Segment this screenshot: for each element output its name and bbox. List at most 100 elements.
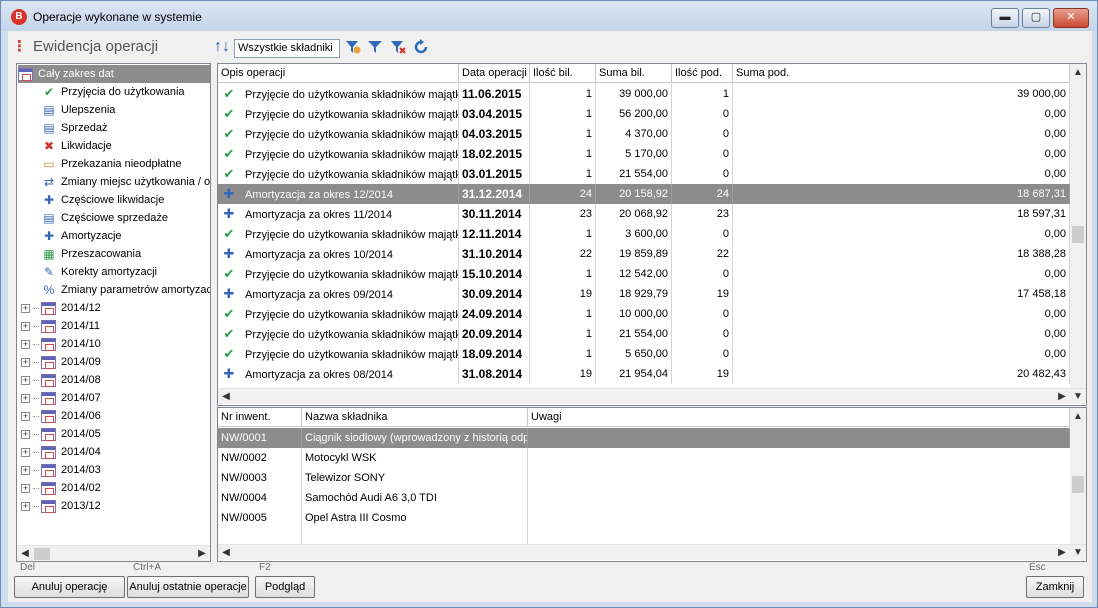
scroll-right-icon[interactable]: ▶	[1054, 389, 1070, 405]
tree-item-period[interactable]: +2014/03	[21, 461, 210, 479]
table-row[interactable]: ✔ Przyjęcie do użytkowania składników maj…	[218, 124, 1070, 144]
preview-button[interactable]: Podgląd	[255, 576, 315, 598]
tree-root-all-dates[interactable]: Cały zakres dat	[18, 65, 210, 83]
table-row[interactable]: ✔ Przyjęcie do użytkowania składników maj…	[218, 144, 1070, 164]
close-window-button[interactable]: ✕	[1053, 8, 1089, 28]
scroll-left-icon[interactable]: ◀	[218, 545, 234, 561]
expand-icon[interactable]: +	[21, 339, 30, 349]
sort-icon[interactable]: ↑↓	[214, 38, 230, 56]
expand-icon[interactable]: +	[21, 429, 30, 439]
tree-item-operation[interactable]: ✔ Przyjęcia do użytkowania	[41, 83, 210, 101]
tree-item-period[interactable]: +2014/08	[21, 371, 210, 389]
refresh-icon[interactable]	[412, 39, 430, 57]
scroll-left-icon[interactable]: ◀	[218, 389, 234, 405]
column-header[interactable]: Opis operacji	[218, 64, 459, 83]
table-row[interactable]: ✔ Przyjęcie do użytkowania składników maj…	[218, 324, 1070, 344]
tree-item-period[interactable]: +2014/11	[21, 317, 210, 335]
filter-icon[interactable]	[366, 39, 384, 57]
tree-item-period[interactable]: +2013/12	[21, 497, 210, 515]
expand-icon[interactable]: +	[21, 501, 30, 511]
scroll-thumb[interactable]	[1072, 226, 1084, 243]
close-button[interactable]: Zamknij	[1026, 576, 1084, 598]
table-row[interactable]: NW/0003 Telewizor SONY	[218, 468, 1070, 488]
table-row[interactable]: NW/0004 Samochód Audi A6 3,0 TDI	[218, 488, 1070, 508]
title-bar[interactable]: B Operacje wykonane w systemie ▬ ▢ ✕	[1, 1, 1097, 31]
column-header[interactable]: Ilość bil.	[530, 64, 596, 83]
scroll-right-icon[interactable]: ▶	[1054, 545, 1070, 561]
column-header[interactable]: Suma bil.	[596, 64, 672, 83]
table-row[interactable]: ✔ Przyjęcie do użytkowania składników maj…	[218, 104, 1070, 124]
tree-item-operation[interactable]: ▤ Częściowe sprzedaże	[41, 209, 210, 227]
column-header[interactable]: Data operacji	[459, 64, 530, 83]
tree-item-operation[interactable]: ✚ Amortyzacje	[41, 227, 210, 245]
table-row[interactable]: ✔ Przyjęcie do użytkowania składników maj…	[218, 84, 1070, 104]
operations-horizontal-scrollbar[interactable]: ◀ ▶ ▼	[218, 388, 1086, 404]
column-header[interactable]: Suma pod.	[733, 64, 1070, 83]
scroll-thumb[interactable]	[1072, 476, 1084, 493]
table-row[interactable]: ✔ Przyjęcie do użytkowania składników maj…	[218, 224, 1070, 244]
operations-grid-header: Opis operacji Data operacji Ilość bil. Suma…	[218, 64, 1070, 83]
table-row[interactable]: ✚ Amortyzacja za okres 09/2014 30.09.2014 1…	[218, 284, 1070, 304]
table-row[interactable]: ✔ Przyjęcie do użytkowania składników maj…	[218, 304, 1070, 324]
scroll-right-icon[interactable]: ▶	[194, 546, 210, 561]
tree-item-period[interactable]: +2014/06	[21, 407, 210, 425]
maximize-button[interactable]: ▢	[1022, 8, 1050, 28]
expand-icon[interactable]: +	[21, 465, 30, 475]
tree-item-period[interactable]: +2014/12	[21, 299, 210, 317]
column-header[interactable]: Nazwa składnika	[302, 408, 528, 427]
expand-icon[interactable]: +	[21, 321, 30, 331]
tree-horizontal-scrollbar[interactable]: ◀ ▶	[17, 545, 210, 561]
operations-vertical-scrollbar[interactable]: ▲	[1070, 64, 1086, 388]
scroll-thumb[interactable]	[34, 548, 50, 560]
cancel-operation-button[interactable]: Anuluj operację	[14, 576, 125, 598]
assets-horizontal-scrollbar[interactable]: ◀ ▶ ▼	[218, 544, 1086, 560]
table-row[interactable]: ✔ Przyjęcie do użytkowania składników maj…	[218, 264, 1070, 284]
table-row[interactable]: NW/0001 Ciągnik siodłowy (wprowadzony z h…	[218, 428, 1070, 448]
tree-item-period[interactable]: +2014/02	[21, 479, 210, 497]
tree-item-period[interactable]: +2014/10	[21, 335, 210, 353]
asset-filter-select[interactable]: Wszystkie składniki	[234, 39, 340, 58]
table-row[interactable]: NW/0002 Motocykl WSK	[218, 448, 1070, 468]
table-row[interactable]: NW/0005 Opel Astra III Cosmo	[218, 508, 1070, 528]
expand-icon[interactable]: +	[21, 357, 30, 367]
scroll-left-icon[interactable]: ◀	[17, 546, 33, 561]
scroll-up-icon[interactable]: ▲	[1070, 65, 1086, 81]
table-row[interactable]: ✚ Amortyzacja za okres 11/2014 30.11.2014 2…	[218, 204, 1070, 224]
tree-item-operation[interactable]: % Zmiany parametrów amortyzacji	[41, 281, 210, 299]
tree-item-operation[interactable]: ✎ Korekty amortyzacji	[41, 263, 210, 281]
filter-clear-icon[interactable]	[389, 39, 407, 57]
expand-icon[interactable]: +	[21, 375, 30, 385]
tree-item-period[interactable]: +2014/07	[21, 389, 210, 407]
scroll-up-icon[interactable]: ▲	[1070, 409, 1086, 425]
tree-item-period[interactable]: +2014/05	[21, 425, 210, 443]
column-header[interactable]: Uwagi	[528, 408, 1070, 427]
expand-icon[interactable]: +	[21, 447, 30, 457]
tree-item-operation[interactable]: ▭ Przekazania nieodpłatne	[41, 155, 210, 173]
expand-icon[interactable]: +	[21, 411, 30, 421]
assets-vertical-scrollbar[interactable]: ▲	[1070, 408, 1086, 544]
expand-icon[interactable]: +	[21, 483, 30, 493]
tree-item-operation[interactable]: ▤ Ulepszenia	[41, 101, 210, 119]
table-row[interactable]: ✔ Przyjęcie do użytkowania składników maj…	[218, 164, 1070, 184]
tree-item-period[interactable]: +2014/09	[21, 353, 210, 371]
scroll-down-icon[interactable]: ▼	[1070, 389, 1086, 405]
table-row[interactable]: ✚ Amortyzacja za okres 08/2014 31.08.2014 1…	[218, 364, 1070, 384]
tree-item-operation[interactable]: ✚ Częściowe likwidacje	[41, 191, 210, 209]
minimize-button[interactable]: ▬	[991, 8, 1019, 28]
tree-item-operation[interactable]: ⇄ Zmiany miejsc użytkowania / o	[41, 173, 210, 191]
tree-item-operation[interactable]: ✖ Likwidacje	[41, 137, 210, 155]
filter-settings-icon[interactable]	[344, 39, 362, 57]
tree-item-period[interactable]: +2014/04	[21, 443, 210, 461]
column-header[interactable]: Nr inwent.	[218, 408, 302, 427]
table-row[interactable]: ✔ Przyjęcie do użytkowania składników maj…	[218, 344, 1070, 364]
table-row[interactable]: ✚ Amortyzacja za okres 10/2014 31.10.2014 2…	[218, 244, 1070, 264]
expand-icon[interactable]: +	[21, 303, 30, 313]
tree-item-operation[interactable]: ▤ Sprzedaż	[41, 119, 210, 137]
scroll-down-icon[interactable]: ▼	[1070, 545, 1086, 561]
cancel-last-operations-button[interactable]: Anuluj ostatnie operacje	[127, 576, 249, 598]
column-header[interactable]: Ilość pod.	[672, 64, 733, 83]
tree-item-operation[interactable]: ▦ Przeszacowania	[41, 245, 210, 263]
module-menu-icon[interactable]: ⋮	[12, 38, 27, 55]
expand-icon[interactable]: +	[21, 393, 30, 403]
table-row[interactable]: ✚ Amortyzacja za okres 12/2014 31.12.2014 2…	[218, 184, 1070, 204]
